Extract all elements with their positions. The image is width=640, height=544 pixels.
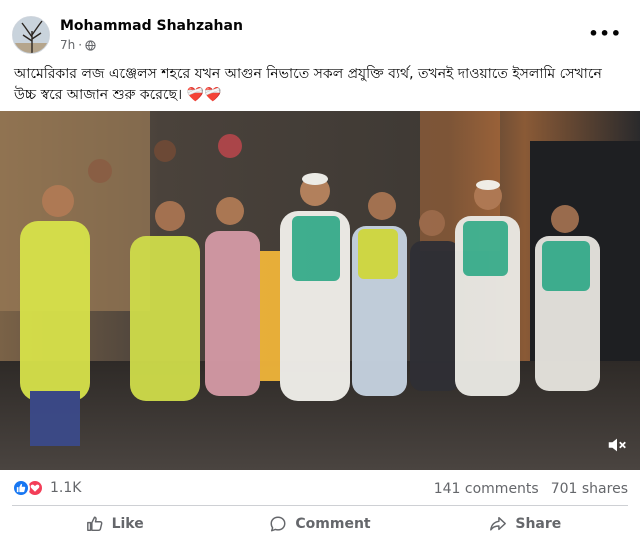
- globe-icon[interactable]: [85, 39, 96, 51]
- share-button[interactable]: Share: [423, 507, 628, 541]
- post-video[interactable]: [0, 111, 640, 470]
- avatar-tree-image: [13, 17, 49, 53]
- comment-button[interactable]: Comment: [217, 507, 422, 541]
- shares-count[interactable]: 701 shares: [551, 481, 628, 497]
- avatar[interactable]: [12, 16, 50, 54]
- volume-muted-icon[interactable]: [606, 434, 628, 456]
- post-time[interactable]: 7h: [60, 38, 75, 52]
- stats-divider: [12, 505, 628, 506]
- author-name[interactable]: Mohammad Shahzahan: [60, 18, 243, 34]
- reactions-summary[interactable]: 1.1K: [12, 479, 81, 497]
- post-stats: 1.1K 141 comments 701 shares: [12, 476, 628, 502]
- share-label: Share: [515, 516, 562, 532]
- caption-text: আমেরিকার লজ এঞ্জেলস শহরে যখন আগুন নিভাতে…: [14, 66, 602, 103]
- like-label: Like: [111, 516, 144, 532]
- like-button[interactable]: Like: [12, 507, 217, 541]
- share-arrow-icon: [490, 516, 507, 531]
- engagement-counts: 141 comments 701 shares: [434, 481, 628, 497]
- post-actions: Like Comment Share: [12, 507, 628, 541]
- thumbs-up-icon: [86, 516, 103, 532]
- comments-count[interactable]: 141 comments: [434, 481, 539, 497]
- video-frame: [0, 111, 640, 470]
- meta-separator: ·: [78, 38, 83, 52]
- post-header: Mohammad Shahzahan 7h · •••: [12, 14, 628, 58]
- post-caption: আমেরিকার লজ এঞ্জেলস শহরে যখন আগুন নিভাতে…: [14, 64, 626, 106]
- reaction-count: 1.1K: [50, 480, 82, 496]
- post-card: Mohammad Shahzahan 7h · ••• আমেরিকার লজ …: [0, 0, 640, 544]
- like-reaction-icon: [12, 479, 30, 497]
- comment-label: Comment: [295, 516, 371, 532]
- comment-bubble-icon: [270, 516, 286, 532]
- caption-emoji: ❤️‍🩹❤️‍🩹: [186, 87, 222, 103]
- more-options-icon[interactable]: •••: [588, 24, 622, 43]
- post-meta: 7h ·: [60, 38, 96, 52]
